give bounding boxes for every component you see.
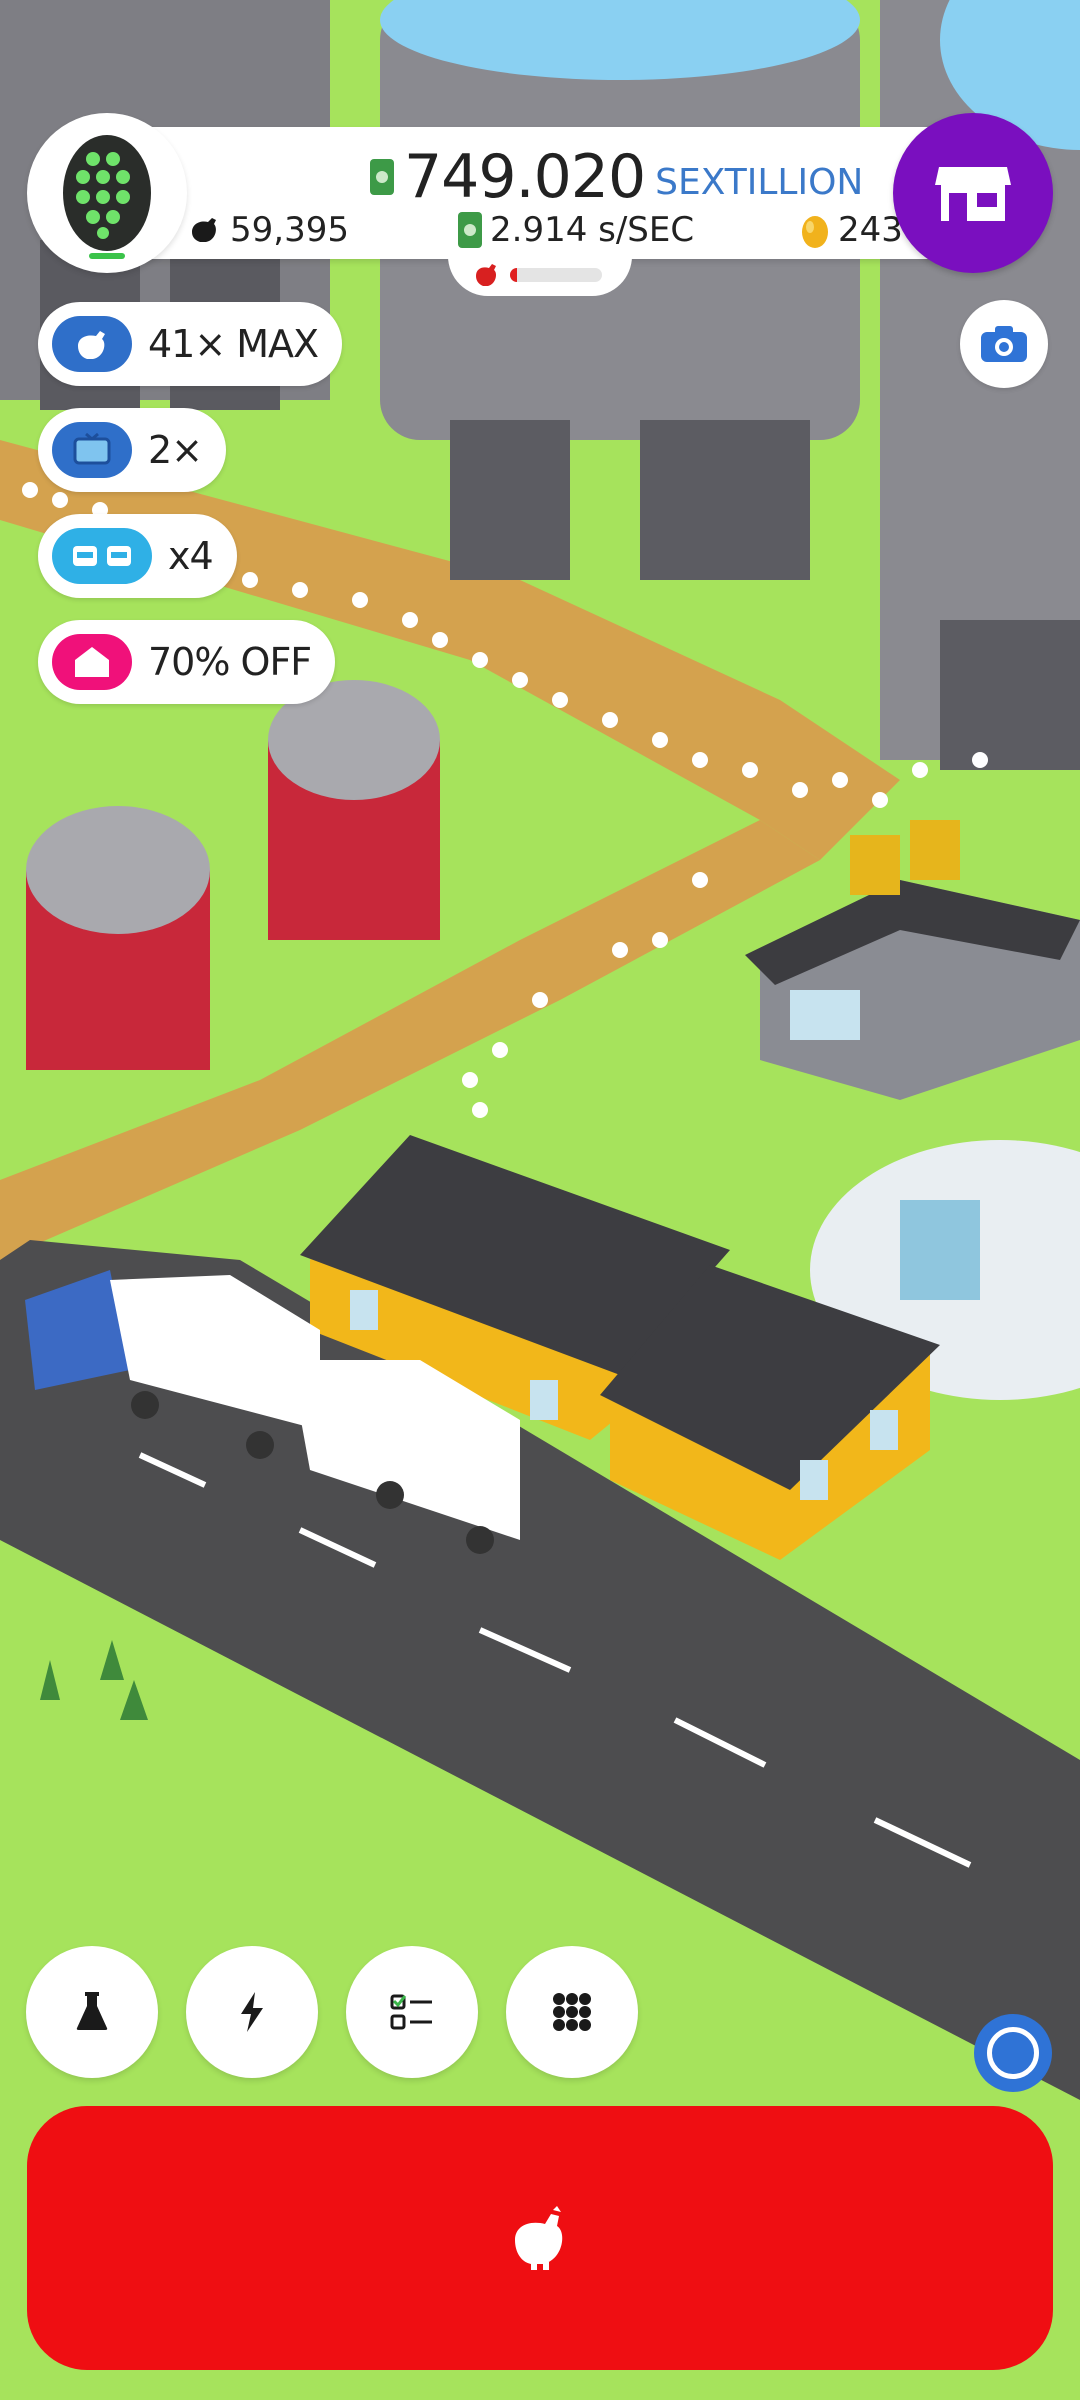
grid-icon <box>553 1993 591 2031</box>
boost-icon-bg <box>52 528 152 584</box>
boost-video[interactable]: 2× <box>38 408 227 492</box>
drone-icon <box>73 546 131 566</box>
hatch-progress-fill <box>510 268 518 282</box>
house-icon <box>75 647 109 677</box>
boost-label: 2× <box>148 428 203 472</box>
boost-drone[interactable]: x4 <box>38 514 237 598</box>
missions-button[interactable] <box>346 1946 478 2078</box>
checklist-icon <box>390 1994 432 2030</box>
menu-button[interactable] <box>506 1946 638 2078</box>
boost-icon-bg <box>52 316 132 372</box>
hatch-chicken-button[interactable] <box>27 2106 1053 2370</box>
hatch-progress-bar <box>510 268 602 282</box>
boosts-button[interactable] <box>186 1946 318 2078</box>
cash-amount: 749.020 <box>404 142 646 212</box>
red-silo <box>268 680 440 940</box>
boost-sale[interactable]: 70% OFF <box>38 620 336 704</box>
camera-icon <box>981 326 1027 362</box>
chicken-icon <box>476 264 496 286</box>
assistant-button[interactable] <box>974 2014 1052 2092</box>
boost-icon-bg <box>52 634 132 690</box>
tv-icon <box>73 433 111 465</box>
golden-egg-icon <box>802 216 828 248</box>
flask-icon <box>76 1992 108 2030</box>
income-rate: 2.914 s/SEC <box>458 208 694 252</box>
camera-button[interactable] <box>960 300 1048 388</box>
cash-display: 749.020 SEXTILLION <box>370 137 863 207</box>
golden-egg-value: 243 <box>838 210 903 250</box>
boost-label: x4 <box>168 534 214 578</box>
boost-label: 41× MAX <box>148 322 319 366</box>
boost-chicken-max[interactable]: 41× MAX <box>38 302 343 386</box>
income-rate-value: 2.914 s/SEC <box>490 210 695 250</box>
research-button[interactable] <box>26 1946 158 2078</box>
cash-unit: SEXTILLION <box>655 162 864 203</box>
lightning-icon <box>241 1992 263 2032</box>
chicken-icon <box>192 218 216 242</box>
chicken-icon <box>78 331 105 359</box>
cash-icon <box>370 159 394 195</box>
golden-egg-count: 243 <box>800 208 903 252</box>
chicken-count-value: 59,395 <box>230 210 349 250</box>
boost-label: 70% OFF <box>148 640 312 684</box>
shop-button[interactable] <box>893 113 1053 273</box>
red-silo <box>26 806 210 1070</box>
egg-badge[interactable] <box>27 113 187 273</box>
chicken-count: 59,395 <box>186 208 349 252</box>
chicken-icon <box>515 2206 563 2270</box>
boost-icon-bg <box>52 422 132 478</box>
cash-icon <box>458 212 482 248</box>
green-honeycomb-egg-icon <box>63 135 151 259</box>
shop-icon <box>935 167 1011 221</box>
